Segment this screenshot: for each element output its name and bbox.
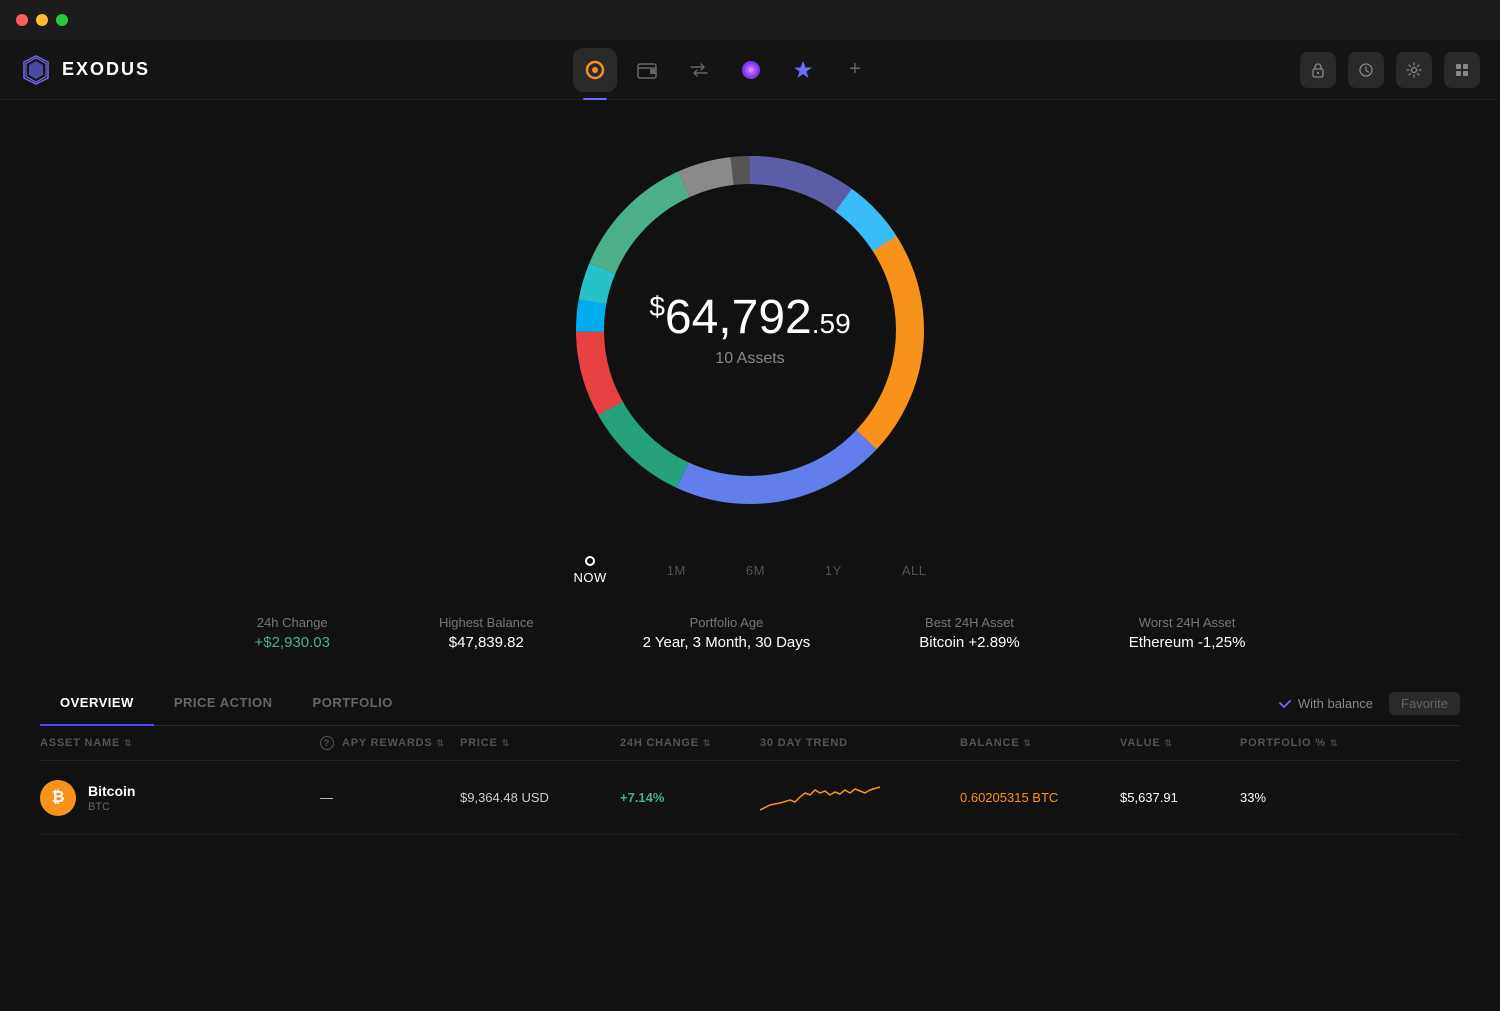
minimize-button[interactable] (36, 14, 48, 26)
time-dot (585, 556, 595, 566)
stats-row: 24h Change +$2,930.03 Highest Balance $4… (200, 615, 1300, 651)
nav-tab-app1[interactable] (729, 48, 773, 92)
portfolio-value: $64,792.59 (649, 293, 850, 342)
asset-tabs: OVERVIEW PRICE ACTION PORTFOLIO With bal… (40, 681, 1460, 726)
top-nav: EXODUS (0, 40, 1500, 100)
th-asset-name[interactable]: ASSET NAME ⇅ (40, 736, 320, 750)
with-balance-filter[interactable]: With balance (1278, 696, 1373, 711)
nav-tab-portfolio[interactable] (573, 48, 617, 92)
check-icon (1278, 696, 1292, 710)
assets-count: 10 Assets (649, 350, 850, 368)
btc-value: $5,637.91 (1120, 790, 1240, 805)
donut-chart-container: $64,792.59 10 Assets (540, 120, 960, 540)
tab-portfolio[interactable]: PORTFOLIO (293, 681, 413, 726)
time-selector: NOW 1M 6M 1Y ALL (574, 556, 927, 585)
stat-worst-asset: Worst 24H Asset Ethereum -1,25% (1129, 615, 1246, 651)
asset-name-info: Bitcoin BTC (88, 783, 135, 813)
btc-portfolio-pct: 33% (1240, 790, 1340, 805)
sort-icon-value: ⇅ (1164, 738, 1172, 749)
nav-tab-plus[interactable]: + (833, 48, 877, 92)
table-row[interactable]: ₿ Bitcoin BTC — $9,364.48 USD +7.14% 0.6… (40, 761, 1460, 835)
settings-button[interactable] (1396, 52, 1432, 88)
logo-text: EXODUS (62, 59, 150, 80)
btc-balance: 0.60205315 BTC (960, 790, 1120, 805)
exodus-logo-icon (20, 54, 52, 86)
time-option-6m[interactable]: 6M (746, 563, 765, 578)
apy-info-icon: ? (320, 736, 334, 750)
sort-icon-price: ⇅ (502, 738, 510, 749)
bitcoin-icon: ₿ (40, 780, 76, 816)
btc-sparkline (760, 775, 960, 820)
nav-tabs: + (573, 48, 877, 92)
bottom-section: OVERVIEW PRICE ACTION PORTFOLIO With bal… (0, 681, 1500, 835)
stat-portfolio-age: Portfolio Age 2 Year, 3 Month, 30 Days (643, 615, 811, 651)
nav-tab-exchange[interactable] (677, 48, 721, 92)
history-button[interactable] (1348, 52, 1384, 88)
plus-icon: + (849, 58, 861, 81)
logo-area: EXODUS (20, 54, 150, 86)
tab-overview[interactable]: OVERVIEW (40, 681, 154, 726)
stat-24h-change: 24h Change +$2,930.03 (254, 615, 330, 651)
chart-area: $64,792.59 10 Assets NOW 1M 6M 1Y (0, 120, 1500, 681)
table-header: ASSET NAME ⇅ ? APY REWARDS ⇅ PRICE ⇅ 24H… (40, 726, 1460, 761)
app-container: EXODUS (0, 40, 1500, 1011)
sort-icon-24h: ⇅ (703, 738, 711, 749)
th-value[interactable]: VALUE ⇅ (1120, 736, 1240, 750)
nav-tab-wallet[interactable] (625, 48, 669, 92)
stat-best-asset: Best 24H Asset Bitcoin +2.89% (919, 615, 1019, 651)
sort-icon-portfolio: ⇅ (1330, 738, 1338, 749)
favorite-filter[interactable]: Favorite (1389, 692, 1460, 715)
close-button[interactable] (16, 14, 28, 26)
donut-center-text: $64,792.59 10 Assets (649, 293, 850, 368)
tab-price-action[interactable]: PRICE ACTION (154, 681, 293, 726)
sort-icon-apy: ⇅ (437, 738, 445, 749)
btc-24h-change: +7.14% (620, 790, 760, 805)
main-content: $64,792.59 10 Assets NOW 1M 6M 1Y (0, 100, 1500, 1011)
time-option-now[interactable]: NOW (574, 556, 607, 585)
th-price[interactable]: PRICE ⇅ (460, 736, 620, 750)
th-portfolio-pct[interactable]: PORTFOLIO % ⇅ (1240, 736, 1340, 750)
time-option-1y[interactable]: 1Y (825, 563, 842, 578)
stat-highest-balance: Highest Balance $47,839.82 (439, 615, 534, 651)
time-option-all[interactable]: ALL (902, 563, 927, 578)
btc-apy: — (320, 790, 460, 805)
btc-price: $9,364.48 USD (460, 790, 620, 805)
th-24h-change[interactable]: 24H CHANGE ⇅ (620, 736, 760, 750)
nav-tab-app2[interactable] (781, 48, 825, 92)
maximize-button[interactable] (56, 14, 68, 26)
time-option-1m[interactable]: 1M (667, 563, 686, 578)
th-balance[interactable]: BALANCE ⇅ (960, 736, 1120, 750)
th-apy-rewards[interactable]: ? APY REWARDS ⇅ (320, 736, 460, 750)
sort-icon-asset: ⇅ (124, 738, 132, 749)
th-30day-trend: 30 DAY TREND (760, 736, 960, 750)
lock-button[interactable] (1300, 52, 1336, 88)
title-bar (0, 0, 1500, 40)
nav-right (1300, 52, 1480, 88)
tab-filters: With balance Favorite (1278, 692, 1460, 715)
asset-name-cell-btc: ₿ Bitcoin BTC (40, 780, 320, 816)
sort-icon-balance: ⇅ (1023, 738, 1031, 749)
grid-button[interactable] (1444, 52, 1480, 88)
